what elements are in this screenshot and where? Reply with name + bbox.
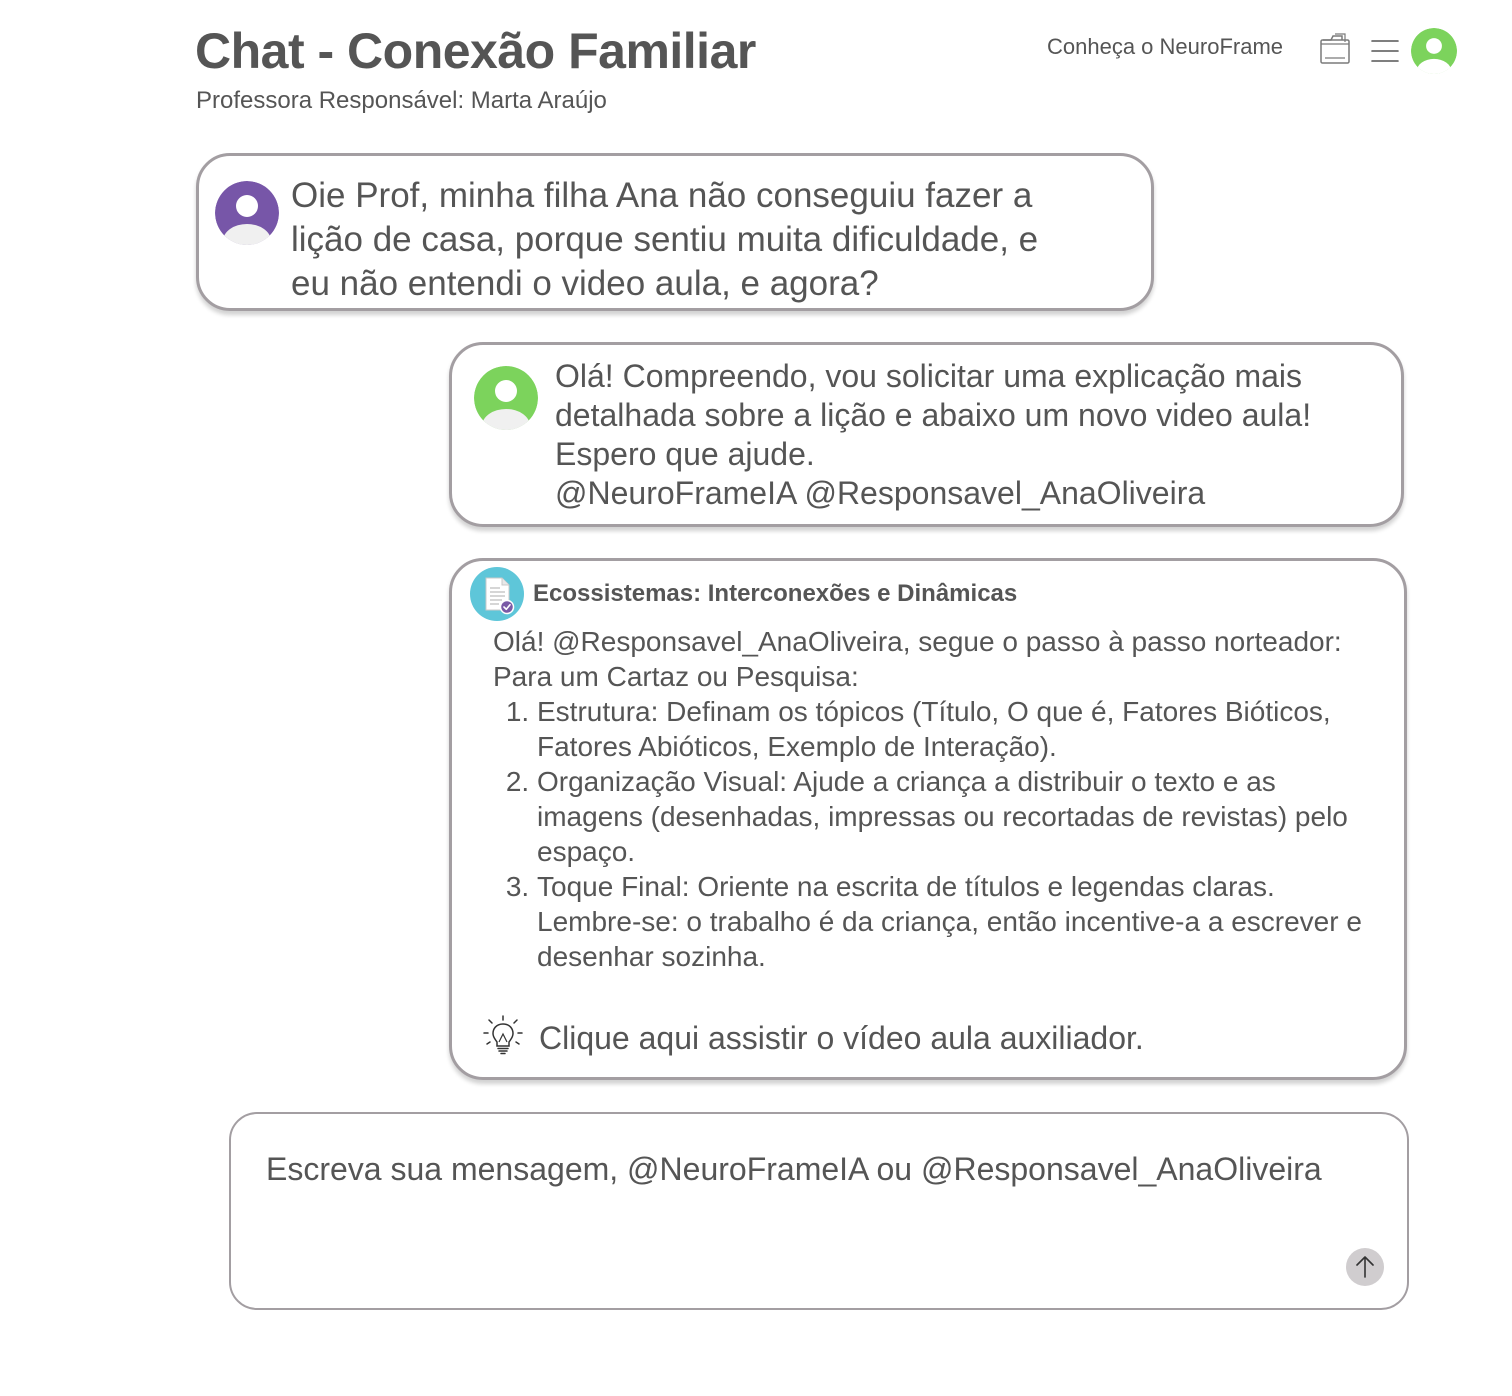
message-input[interactable] (266, 1144, 1366, 1194)
card-title: Ecossistemas: Interconexões e Dinâmicas (533, 580, 1018, 607)
list-item: Organização Visual: Ajude a criança a di… (537, 764, 1373, 869)
card-body: Olá! @Responsavel_AnaOliveira, segue o p… (493, 624, 1373, 974)
list-item: Estrutura: Definam os tópicos (Título, O… (537, 694, 1373, 764)
parent-avatar-icon (215, 181, 279, 245)
page-subtitle: Professora Responsável: Marta Araújo (196, 87, 607, 114)
message-composer (229, 1112, 1409, 1310)
video-lesson-link[interactable]: Clique aqui assistir o vídeo aula auxili… (539, 1020, 1144, 1057)
teacher-avatar-icon (474, 366, 538, 430)
teacher-message-text: Olá! Compreendo, vou solicitar uma expli… (555, 358, 1312, 511)
parent-message-bubble: Oie Prof, minha filha Ana não conseguiu … (196, 153, 1154, 311)
ai-guide-card: Ecossistemas: Interconexões e Dinâmicas … (449, 558, 1407, 1080)
list-item: Toque Final: Oriente na escrita de títul… (537, 869, 1373, 974)
parent-message-text: Oie Prof, minha filha Ana não conseguiu … (291, 176, 1039, 303)
documents-icon[interactable] (1318, 32, 1352, 66)
document-check-icon (469, 566, 525, 622)
arrow-up-icon (1356, 1256, 1374, 1278)
page-title: Chat - Conexão Familiar (195, 23, 756, 79)
card-greeting: Olá! @Responsavel_AnaOliveira, segue o p… (493, 626, 1342, 657)
steps-list: Estrutura: Definam os tópicos (Título, O… (493, 694, 1373, 974)
menu-icon[interactable] (1370, 38, 1400, 64)
neuroframe-link[interactable]: Conheça o NeuroFrame (1047, 34, 1283, 60)
user-avatar-icon[interactable] (1411, 28, 1457, 74)
teacher-message-bubble: Olá! Compreendo, vou solicitar uma expli… (449, 342, 1404, 527)
send-button[interactable] (1346, 1248, 1384, 1286)
lightbulb-icon (482, 1015, 524, 1057)
card-intro: Para um Cartaz ou Pesquisa: (493, 661, 859, 692)
